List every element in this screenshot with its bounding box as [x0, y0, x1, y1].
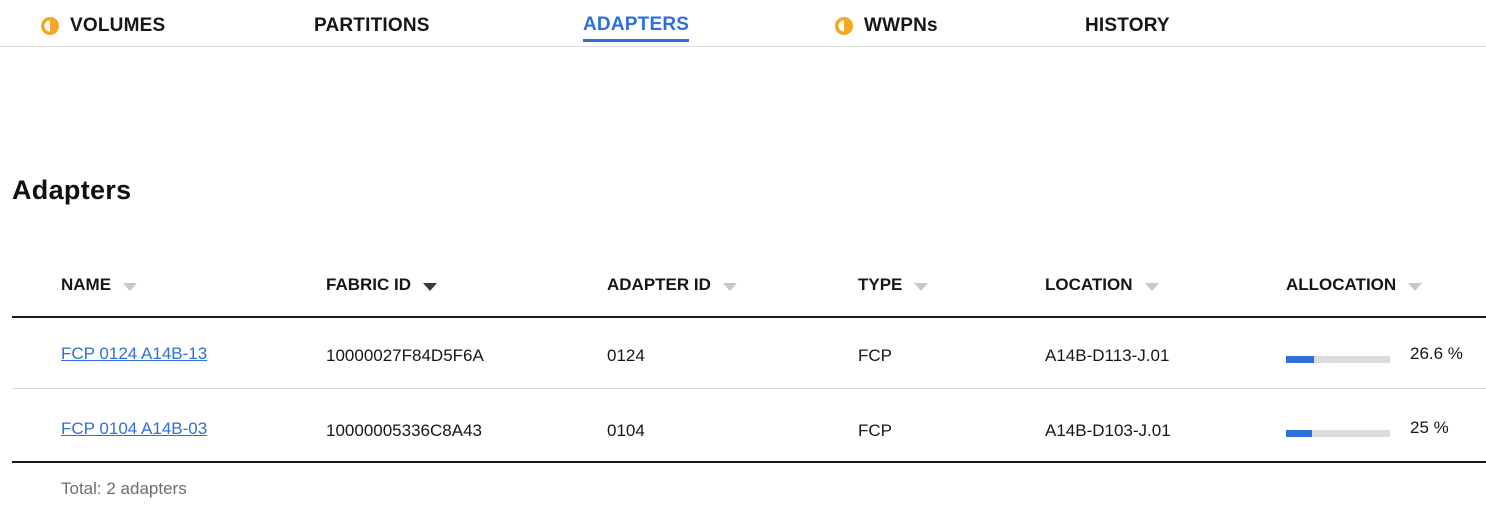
- table-total: Total: 2 adapters: [61, 479, 187, 498]
- tab-label: WWPNs: [864, 15, 938, 36]
- page-title: Adapters: [12, 175, 132, 205]
- adapter-id-cell: 0104: [607, 421, 645, 440]
- fabric-id-cell: 10000005336C8A43: [326, 421, 482, 440]
- sort-arrow-icon: [1408, 283, 1423, 291]
- tab-history[interactable]: HISTORY: [1085, 15, 1170, 37]
- location-cell: A14B-D113-J.01: [1045, 346, 1170, 365]
- allocation-percent: 25 %: [1410, 418, 1449, 437]
- allocation-bar-fill: [1286, 430, 1312, 437]
- tab-label: PARTITIONS: [314, 15, 430, 36]
- column-header-label: LOCATION: [1045, 275, 1133, 294]
- sort-arrow-icon: [914, 283, 929, 291]
- allocation-bar: [1286, 356, 1390, 363]
- column-header-label: ADAPTER ID: [607, 275, 711, 294]
- tab-label: HISTORY: [1085, 15, 1170, 36]
- tab-label: VOLUMES: [70, 15, 166, 36]
- adapter-id-cell: 0124: [607, 346, 645, 365]
- sort-arrow-icon: [123, 283, 138, 291]
- table-footer-divider: [12, 461, 1486, 463]
- table-header-divider: [12, 316, 1486, 318]
- tab-label: ADAPTERS: [583, 14, 690, 42]
- warning-half-circle-icon: [41, 17, 59, 35]
- sort-arrow-icon: [722, 283, 737, 291]
- fabric-id-cell: 10000027F84D5F6A: [326, 346, 484, 365]
- column-header-allocation[interactable]: ALLOCATION: [1286, 275, 1423, 295]
- column-header-location[interactable]: LOCATION: [1045, 275, 1159, 295]
- column-header-label: FABRIC ID: [326, 275, 411, 294]
- sort-arrow-icon: [1144, 283, 1159, 291]
- allocation-bar-fill: [1286, 356, 1314, 363]
- sort-arrow-icon: [423, 283, 437, 291]
- column-header-type[interactable]: TYPE: [858, 275, 929, 295]
- type-cell: FCP: [858, 421, 892, 440]
- column-header-fabric-id[interactable]: FABRIC ID: [326, 275, 437, 295]
- allocation-percent: 26.6 %: [1410, 344, 1463, 363]
- tab-adapters[interactable]: ADAPTERS: [583, 14, 690, 42]
- allocation-bar: [1286, 430, 1390, 437]
- tab-volumes[interactable]: VOLUMES: [40, 15, 165, 37]
- warning-half-circle-icon: [835, 17, 853, 35]
- tab-bar: VOLUMES PARTITIONS ADAPTERS WWPNs HISTOR…: [0, 0, 1486, 47]
- column-header-label: ALLOCATION: [1286, 275, 1397, 294]
- column-header-name[interactable]: NAME: [61, 275, 138, 295]
- adapter-name-link[interactable]: FCP 0104 A14B-03: [61, 419, 207, 439]
- tab-partitions[interactable]: PARTITIONS: [314, 15, 430, 37]
- type-cell: FCP: [858, 346, 892, 365]
- column-header-label: TYPE: [858, 275, 903, 294]
- column-header-adapter-id[interactable]: ADAPTER ID: [607, 275, 737, 295]
- row-divider: [12, 388, 1486, 389]
- column-header-label: NAME: [61, 275, 112, 294]
- adapter-name-link[interactable]: FCP 0124 A14B-13: [61, 344, 207, 364]
- tab-wwpns[interactable]: WWPNs: [834, 15, 938, 37]
- location-cell: A14B-D103-J.01: [1045, 421, 1171, 440]
